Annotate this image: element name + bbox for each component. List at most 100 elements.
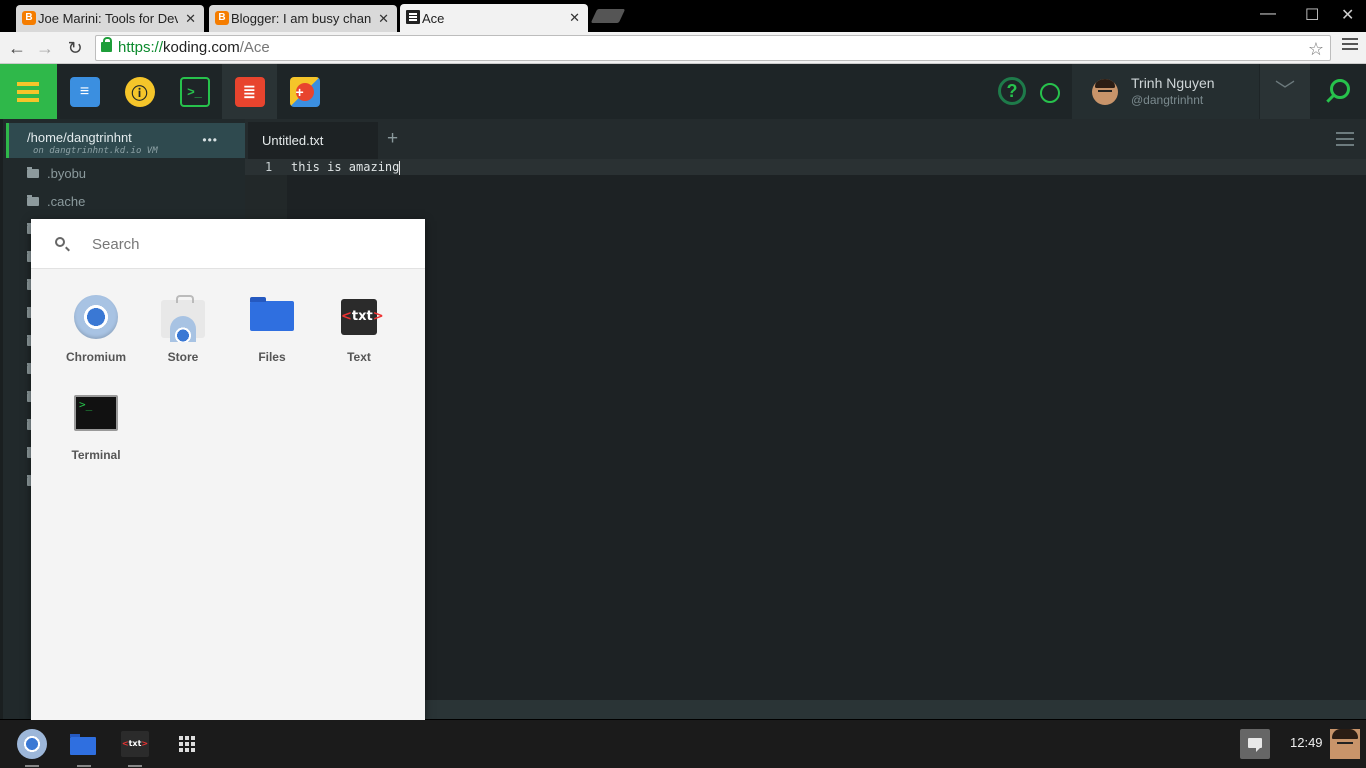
text-icon-bracket: > bbox=[141, 739, 149, 748]
url-path: /Ace bbox=[239, 39, 270, 56]
forward-icon[interactable]: → bbox=[33, 36, 57, 60]
text-editor-icon: <txt> bbox=[341, 299, 384, 335]
user-account-button[interactable]: Trinh Nguyen @dangtrinhnt bbox=[1072, 64, 1259, 119]
system-clock[interactable]: 12:49 bbox=[1290, 735, 1323, 750]
app-launcher: Chromium Store Files <txt> Text Terminal bbox=[31, 219, 425, 720]
tab-title: Joe Marini: Tools for Dev bbox=[38, 11, 178, 26]
shelf-files-icon[interactable] bbox=[70, 734, 96, 755]
app-launcher-icon[interactable] bbox=[179, 736, 195, 752]
ace-editor-icon bbox=[406, 10, 420, 24]
text-icon-word: txt bbox=[128, 739, 142, 748]
folder-icon bbox=[27, 166, 39, 178]
blogger-icon: B bbox=[215, 11, 229, 25]
code-editor[interactable] bbox=[287, 159, 1366, 700]
add-tab-icon[interactable]: + bbox=[387, 128, 398, 150]
text-icon-bracket: > bbox=[372, 309, 384, 324]
editor-menu-icon[interactable] bbox=[1336, 132, 1354, 150]
tab-close-icon[interactable]: ✕ bbox=[185, 11, 196, 27]
active-line-highlight bbox=[245, 159, 1366, 175]
blogger-icon: B bbox=[22, 11, 36, 25]
minimize-icon[interactable]: — bbox=[1260, 5, 1276, 23]
user-name: Trinh Nguyen bbox=[1131, 75, 1215, 91]
tree-item-byobu[interactable]: .byobu bbox=[27, 163, 86, 183]
browser-menu-icon[interactable] bbox=[1342, 38, 1358, 52]
browser-tab-joe-marini[interactable]: B Joe Marini: Tools for Dev ✕ bbox=[16, 5, 204, 32]
launcher-app-terminal[interactable]: Terminal bbox=[56, 389, 136, 469]
notification-icon[interactable] bbox=[1240, 729, 1270, 759]
tree-item-cache[interactable]: .cache bbox=[27, 191, 85, 211]
launcher-app-chromium[interactable]: Chromium bbox=[56, 291, 136, 371]
terminal-app-button[interactable]: >_ bbox=[167, 64, 222, 119]
terminal-icon: >_ bbox=[179, 76, 210, 107]
code-line[interactable]: this is amazing bbox=[291, 159, 401, 175]
avatar[interactable] bbox=[1330, 729, 1360, 759]
user-handle: @dangtrinhnt bbox=[1131, 93, 1204, 107]
activity-icon: ≡ bbox=[69, 76, 100, 107]
browser-tab-ace[interactable]: Ace ✕ bbox=[400, 4, 588, 32]
code-text: this is amazing bbox=[291, 160, 400, 174]
launcher-app-store[interactable]: Store bbox=[143, 291, 223, 371]
chevron-down-icon[interactable]: ﹀ bbox=[1260, 64, 1310, 119]
files-icon bbox=[250, 297, 294, 331]
maximize-icon[interactable]: ☐ bbox=[1305, 5, 1319, 25]
app-label: Chromium bbox=[66, 350, 126, 364]
reload-icon[interactable]: ↻ bbox=[63, 36, 87, 60]
teamwork-icon: ⓘ bbox=[124, 76, 155, 107]
chromium-icon bbox=[74, 295, 118, 339]
vm-path: /home/dangtrinhnt bbox=[27, 130, 132, 145]
activity-app-button[interactable]: ≡ bbox=[57, 64, 112, 119]
vm-header[interactable]: /home/dangtrinhnt on dangtrinhnt.kd.io V… bbox=[6, 123, 246, 158]
main-menu-icon[interactable] bbox=[0, 64, 57, 119]
running-indicator bbox=[25, 765, 39, 767]
url-scheme: https:// bbox=[118, 39, 164, 56]
web-store-icon bbox=[161, 295, 205, 342]
app-store-button[interactable]: + bbox=[277, 64, 332, 119]
ace-editor-icon: ≣ bbox=[234, 76, 265, 107]
ace-app-button[interactable]: ≣ bbox=[222, 64, 277, 119]
launcher-search-box bbox=[31, 219, 425, 269]
tab-close-icon[interactable]: ✕ bbox=[569, 10, 580, 26]
line-number: 1 bbox=[265, 160, 273, 174]
desktop: B Joe Marini: Tools for Dev ✕ B Blogger:… bbox=[0, 0, 1366, 768]
app-label: Text bbox=[347, 350, 371, 364]
vm-status-icon[interactable] bbox=[1040, 83, 1060, 103]
back-icon[interactable]: ← bbox=[5, 36, 29, 60]
text-cursor bbox=[399, 160, 401, 175]
launcher-app-files[interactable]: Files bbox=[232, 291, 312, 371]
help-icon[interactable]: ? bbox=[998, 77, 1026, 105]
folder-icon bbox=[27, 194, 39, 206]
text-icon-word: txt bbox=[351, 309, 373, 324]
browser-tab-strip: B Joe Marini: Tools for Dev ✕ B Blogger:… bbox=[0, 0, 1366, 32]
tab-title: Blogger: I am busy chang bbox=[231, 11, 371, 26]
address-bar[interactable]: https://koding.com/Ace ☆ bbox=[95, 35, 1331, 61]
launcher-app-text[interactable]: <txt> Text bbox=[319, 291, 399, 371]
window-close-icon[interactable]: ✕ bbox=[1341, 5, 1354, 25]
editor-tab-untitled[interactable]: Untitled.txt bbox=[248, 122, 378, 159]
tab-close-icon[interactable]: ✕ bbox=[378, 11, 389, 27]
more-options-icon[interactable]: ••• bbox=[202, 133, 218, 147]
tree-item-label: .byobu bbox=[47, 165, 87, 181]
search-icon[interactable] bbox=[1312, 64, 1366, 119]
editor-tab-bar: Untitled.txt + bbox=[245, 119, 1366, 159]
app-label: Files bbox=[258, 350, 286, 364]
lock-icon bbox=[101, 37, 112, 52]
os-shelf: <txt> 12:49 bbox=[0, 720, 1366, 768]
app-store-plus: + bbox=[295, 82, 314, 101]
tab-title: Ace bbox=[422, 10, 445, 26]
text-icon-bracket: < bbox=[341, 309, 352, 324]
new-tab-button[interactable] bbox=[590, 9, 626, 23]
launcher-search-input[interactable] bbox=[92, 232, 392, 256]
text-icon-bracket: < bbox=[121, 739, 129, 748]
app-label: Store bbox=[167, 350, 199, 364]
bookmark-star-icon[interactable]: ☆ bbox=[1308, 37, 1324, 61]
shelf-chromium-icon[interactable] bbox=[17, 729, 47, 759]
shelf-text-icon[interactable]: <txt> bbox=[121, 731, 149, 757]
browser-tab-blogger[interactable]: B Blogger: I am busy chang ✕ bbox=[209, 5, 397, 32]
teamwork-app-button[interactable]: ⓘ bbox=[112, 64, 167, 119]
avatar bbox=[1092, 79, 1118, 105]
url-host: koding.com bbox=[163, 39, 240, 56]
search-icon bbox=[55, 237, 65, 247]
koding-header: ≡ ⓘ >_ ≣ + ? Trinh Nguyen @dangtrinhnt ﹀ bbox=[0, 64, 1366, 119]
app-store-icon: + bbox=[289, 76, 320, 107]
running-indicator bbox=[77, 765, 91, 767]
